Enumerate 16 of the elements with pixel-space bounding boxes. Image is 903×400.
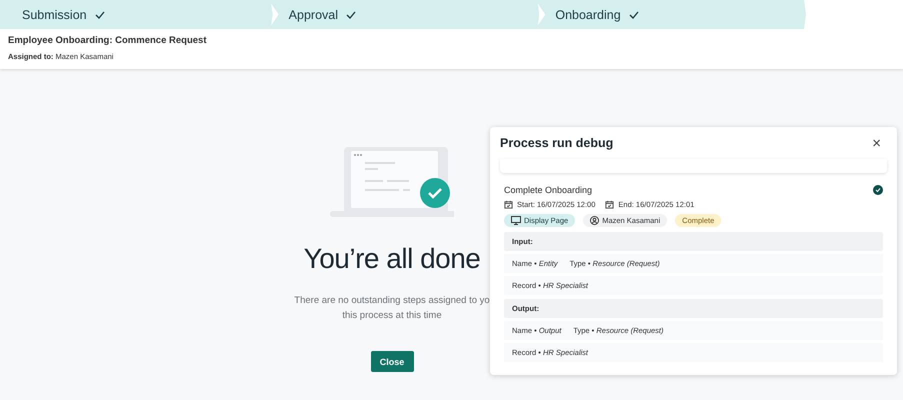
progress-step: Onboarding (535, 0, 806, 29)
progress-step: Submission (0, 0, 273, 29)
check-icon (94, 10, 105, 18)
calendar-icon (605, 200, 614, 209)
monitor-icon (511, 216, 521, 225)
check-icon (628, 10, 639, 18)
step-name: Complete Onboarding (504, 185, 594, 195)
check-icon (346, 10, 356, 18)
progress-step: Approval (268, 0, 540, 29)
panel-title: Process run debug (500, 136, 614, 150)
completion-heading: You’re all done (304, 243, 480, 275)
completion-message: There are no outstanding steps assigned to yo this process at this time (294, 294, 490, 323)
calendar-icon (504, 200, 513, 209)
close-button[interactable]: Close (370, 351, 414, 372)
task-title: Employee Onboarding: Commence Request (8, 35, 208, 46)
user-icon (590, 216, 600, 225)
